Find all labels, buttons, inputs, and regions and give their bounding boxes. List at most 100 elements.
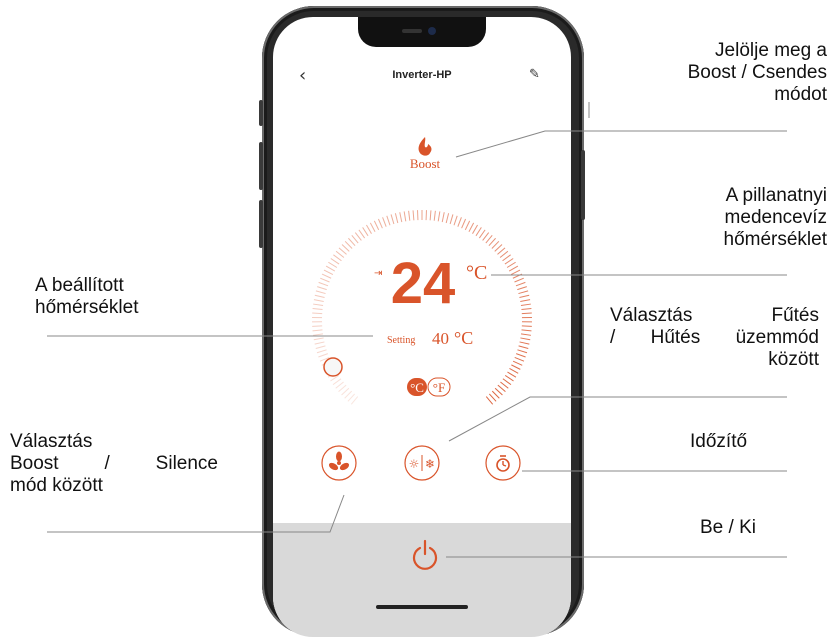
dial-tick: [359, 230, 365, 238]
dial-tick: [509, 368, 518, 373]
dial-tick: [387, 216, 390, 225]
dial-tick: [518, 291, 528, 294]
dial-tick: [333, 255, 341, 261]
dial-tick: [517, 287, 527, 290]
dial-tick: [317, 287, 327, 290]
dial-tick: [312, 326, 322, 327]
annotation-line: A pillanatnyi: [600, 185, 827, 207]
dial-tick: [514, 278, 523, 282]
dial-tick: [511, 365, 520, 369]
dial-tick: [383, 217, 387, 226]
dial-tick: [331, 258, 339, 264]
annotation-current-temp: A pillanatnyi medencevíz hőmérséklet: [600, 185, 827, 251]
dial-tick: [521, 334, 531, 335]
dial-tick: [378, 219, 382, 228]
annotation-line: / Hűtés üzemmód: [610, 327, 819, 349]
dial-tick: [326, 266, 335, 271]
dial-tick: [345, 391, 352, 398]
dial-tick: [495, 388, 502, 395]
setting-unit: °C: [454, 328, 473, 348]
dial-tick: [363, 227, 368, 235]
dial-tick: [507, 262, 516, 267]
dial-tick: [516, 354, 525, 357]
annotation-line: módot: [600, 84, 827, 106]
timer-button[interactable]: [486, 446, 520, 480]
dial-tick: [314, 300, 324, 302]
unit-fahrenheit[interactable]: °F: [433, 380, 445, 395]
dial-tick: [322, 274, 331, 278]
annotation-line: Boost / Csendes: [600, 62, 827, 84]
dial-tick: [450, 214, 453, 224]
dial-tick: [342, 245, 349, 252]
dial-tick: [333, 379, 341, 385]
heat-cool-mode-button[interactable]: ☼ ❄: [405, 446, 439, 480]
dial-tick: [339, 248, 347, 255]
dial-tick: [355, 233, 361, 241]
dial-tick: [313, 330, 323, 331]
annotation-line: hőmérséklet: [600, 229, 827, 251]
fan-mode-button[interactable]: [322, 446, 356, 480]
current-temperature: 24: [391, 251, 456, 316]
dial-tick: [520, 300, 530, 302]
dial-tick: [312, 313, 322, 314]
dial-tick: [458, 217, 462, 226]
dial-tick: [505, 375, 513, 381]
dial-tick: [404, 211, 406, 221]
dial-tick: [328, 262, 337, 267]
annotation-line: hőmérséklet: [35, 297, 235, 319]
dial-tick: [446, 213, 448, 223]
dial-tick: [314, 338, 324, 340]
dial-slider-knob[interactable]: [324, 358, 342, 376]
dial-tick: [313, 304, 323, 305]
flame-icon[interactable]: [419, 137, 432, 156]
mode-label[interactable]: Boost: [410, 156, 441, 171]
dial-tick: [483, 233, 489, 241]
dial-tick: [313, 309, 323, 310]
annotation-boost-silence: Választás Boost / Silence mód között: [10, 431, 218, 497]
dial-tick: [473, 225, 478, 234]
dial-tick: [320, 278, 329, 282]
dial-tick: [400, 212, 402, 222]
dial-tick: [489, 394, 496, 401]
dial-tick: [336, 382, 344, 388]
inlet-icon: ⇥: [374, 268, 382, 279]
dial-tick: [486, 397, 492, 405]
power-button[interactable]: [414, 541, 436, 569]
current-temperature-unit: °C: [466, 262, 487, 284]
dial-tick: [500, 382, 508, 388]
dial-tick: [521, 309, 531, 310]
annotation-set-temp: A beállított hőmérséklet: [35, 275, 235, 319]
power-icon: [414, 541, 436, 569]
dial-tick: [469, 223, 474, 232]
dial-tick: [370, 223, 375, 232]
dial-tick: [489, 238, 496, 245]
dial-tick: [476, 227, 481, 235]
dial-tick: [522, 313, 532, 314]
dial-tick: [319, 282, 328, 285]
dial-tick: [324, 270, 333, 275]
dial-tick: [413, 210, 414, 220]
dial-tick: [316, 291, 326, 294]
dial-tick: [315, 295, 325, 297]
dial-tick: [317, 350, 327, 353]
dial-tick: [520, 338, 530, 340]
dial-tick: [442, 212, 444, 222]
dial-tick: [517, 350, 527, 353]
dial-tick: [519, 346, 529, 349]
annotation-line: mód között: [10, 475, 218, 497]
annotation-line: medencevíz: [600, 207, 827, 229]
dial-tick: [395, 213, 397, 223]
annotation-line: Jelölje meg a: [600, 40, 827, 62]
dial-tick: [486, 235, 492, 243]
dial-tick: [430, 210, 431, 220]
unit-celsius[interactable]: °C: [410, 380, 424, 395]
dial-tick: [438, 211, 440, 221]
annotation-line: A beállított: [35, 275, 235, 297]
dial-tick: [509, 266, 518, 271]
dial-tick: [521, 304, 531, 305]
dial-tick: [520, 342, 530, 344]
svg-text:❄: ❄: [425, 457, 435, 471]
unit-toggle[interactable]: °C °F: [407, 378, 450, 396]
dial-tick: [522, 326, 532, 327]
dial-tick: [316, 346, 326, 349]
